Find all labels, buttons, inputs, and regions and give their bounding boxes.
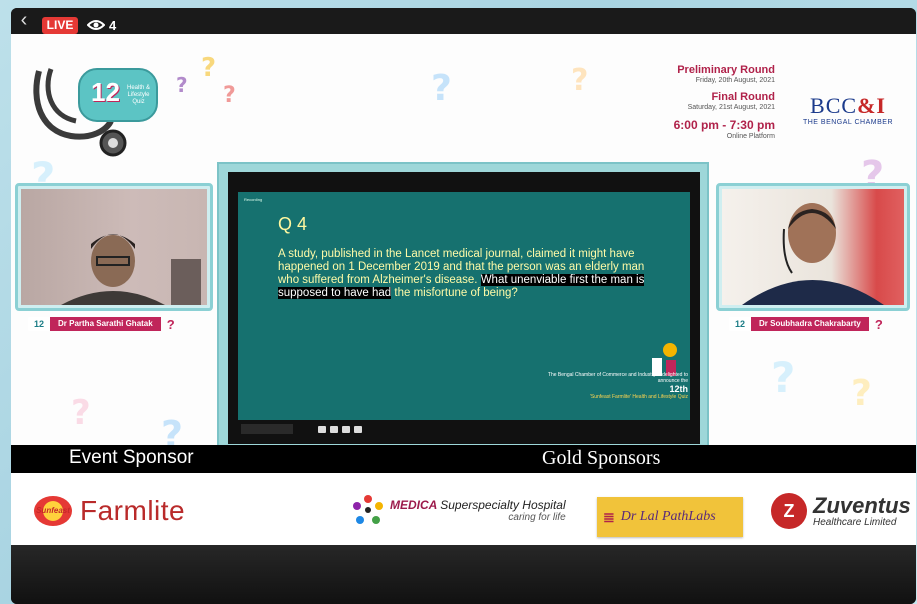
participant-nameplate-right: 12 Dr Soubhadra Chakrabarty ?	[729, 316, 883, 332]
decor-question-mark: ?	[851, 373, 872, 414]
slide-footer-edition: 12th	[669, 384, 688, 394]
participant-name: Dr Partha Sarathi Ghatak	[50, 317, 161, 331]
farmlite-text: Farmlite	[80, 495, 186, 526]
medica-tagline: caring for life	[508, 511, 566, 523]
drlal-logo: ≣ Dr Lal PathLabs	[597, 497, 743, 537]
logo-caption: Health & Lifestyle Quiz	[127, 85, 150, 106]
schedule-block: Preliminary Round Friday, 20th August, 2…	[639, 64, 775, 141]
decor-question-mark: ?	[176, 73, 188, 97]
screen: ? ? ? ? ? ? ? ? ? ? ? 12 Health & Lifest…	[0, 0, 917, 604]
medica-rest: Superspecialty Hospital	[440, 497, 566, 512]
zuventus-logo: Z Zuventus Healthcare Limited	[771, 493, 911, 529]
question-number: Q 4	[278, 214, 308, 234]
medica-logo: MEDICA Superspecialty Hospital caring fo…	[351, 493, 566, 527]
medica-brand: MEDICA	[390, 497, 437, 512]
slide-footer: The Bengal Chamber of Commerce and Indus…	[538, 372, 688, 400]
logo-number: 12	[91, 77, 120, 107]
camera-icon[interactable]	[318, 425, 326, 433]
quiz-badge: 12	[28, 317, 50, 331]
gold-sponsors-label: Gold Sponsors	[542, 447, 661, 469]
medica-text: MEDICA Superspecialty Hospital caring fo…	[390, 498, 566, 523]
sponsor-logos: Sunfeast Farmlite MEDICA Superspecialty …	[11, 473, 916, 545]
slide-footer-title: 'Sunfeast Farmlite' Health and Lifestyle…	[589, 394, 688, 400]
decor-question-mark: ?	[771, 353, 796, 402]
zuventus-name: Zuventus	[813, 492, 911, 518]
participant-video-right[interactable]	[722, 189, 904, 305]
bcc-logo-amp: &I	[857, 93, 886, 118]
video-icon[interactable]	[330, 425, 338, 433]
bcc-logo: BCC&I	[795, 95, 901, 117]
medica-name: MEDICA Superspecialty Hospital	[390, 498, 566, 512]
drlal-mark-icon: ≣	[603, 508, 615, 525]
event-sponsor-label: Event Sponsor	[69, 447, 194, 468]
quiz-logo: 12 Health & Lifestyle Quiz	[31, 61, 176, 161]
participant-panel-right: 12 Dr Soubhadra Chakrabarty ?	[716, 183, 910, 332]
mini-video-tile[interactable]	[241, 424, 293, 434]
recording-indicator: Recording	[244, 197, 263, 202]
logo-line: Lifestyle	[127, 92, 150, 98]
viewer-count-value: 4	[109, 17, 117, 33]
settings-icon[interactable]	[354, 425, 362, 433]
decor-question-mark: ?	[201, 53, 217, 83]
logo-line: Health &	[127, 85, 151, 91]
preliminary-round-title: Preliminary Round	[677, 64, 775, 76]
sunfeast-logo: Sunfeast	[34, 496, 72, 526]
question-mark-icon: ?	[166, 316, 175, 332]
stethoscope-icon	[33, 68, 158, 157]
person-silhouette-icon	[61, 234, 201, 305]
video-player[interactable]: ? ? ? ? ? ? ? ? ? ? ? 12 Health & Lifest…	[11, 8, 916, 604]
decor-question-mark: ?	[71, 393, 91, 433]
participant-name: Dr Soubhadra Chakrabarty	[751, 317, 869, 331]
sponsor-header: Event Sponsor Gold Sponsors	[11, 445, 916, 473]
meeting-toolbar	[318, 423, 362, 435]
back-button[interactable]: ‹	[13, 10, 35, 32]
bcc-logo-text: BCC	[810, 93, 858, 118]
drlal-text: Dr Lal PathLabs	[620, 509, 716, 524]
medica-flower-icon	[353, 495, 383, 524]
broadcast-stage: ? ? ? ? ? ? ? ? ? ? ? 12 Health & Lifest…	[11, 33, 916, 453]
player-bottom-area[interactable]	[11, 545, 916, 604]
screen-share-frame: Recording Q 4 A study, published in the …	[217, 162, 709, 453]
final-round-title: Final Round	[711, 91, 775, 103]
event-platform: Online Platform	[726, 133, 775, 140]
decor-question-mark: ?	[431, 68, 452, 109]
share-icon[interactable]	[342, 425, 350, 433]
question-end: the misfortune of being?	[394, 287, 518, 299]
participant-video-left[interactable]	[21, 189, 207, 305]
slide-footer-line: The Bengal Chamber of Commerce and Indus…	[547, 372, 688, 384]
person-silhouette-icon	[742, 203, 884, 305]
farmlite-logo: Sunfeast Farmlite	[34, 495, 185, 527]
decor-question-mark: ?	[223, 83, 236, 108]
bcc-name: THE BENGAL CHAMBER	[802, 119, 894, 126]
zuventus-text: Zuventus Healthcare Limited	[813, 492, 911, 528]
participant-panel-left: 12 Dr Partha Sarathi Ghatak ?	[15, 183, 213, 332]
question-mark-icon: ?	[874, 316, 883, 332]
screen-share[interactable]: Recording Q 4 A study, published in the …	[228, 172, 700, 444]
top-bar: ‹ LIVE 4	[11, 8, 916, 34]
eye-icon	[87, 20, 105, 30]
participant-nameplate-left: 12 Dr Partha Sarathi Ghatak ?	[28, 316, 175, 332]
event-time: 6:00 pm - 7:30 pm	[673, 118, 775, 132]
viewer-count: 4	[87, 16, 116, 34]
zuventus-subtitle: Healthcare Limited	[813, 516, 897, 528]
bcc-logo-block: BCC&I THE BENGAL CHAMBER	[795, 95, 901, 127]
decor-question-mark: ?	[571, 63, 589, 98]
quiz-badge: 12	[729, 317, 751, 331]
zuventus-mark-icon: Z	[771, 493, 807, 529]
logo-line: Quiz	[132, 99, 145, 105]
question-text: A study, published in the Lancet medical…	[278, 248, 663, 300]
question-slide: Recording Q 4 A study, published in the …	[238, 192, 690, 420]
preliminary-round-date: Friday, 20th August, 2021	[695, 77, 775, 84]
final-round-date: Saturday, 21st August, 2021	[687, 104, 775, 111]
live-badge: LIVE	[42, 17, 78, 34]
